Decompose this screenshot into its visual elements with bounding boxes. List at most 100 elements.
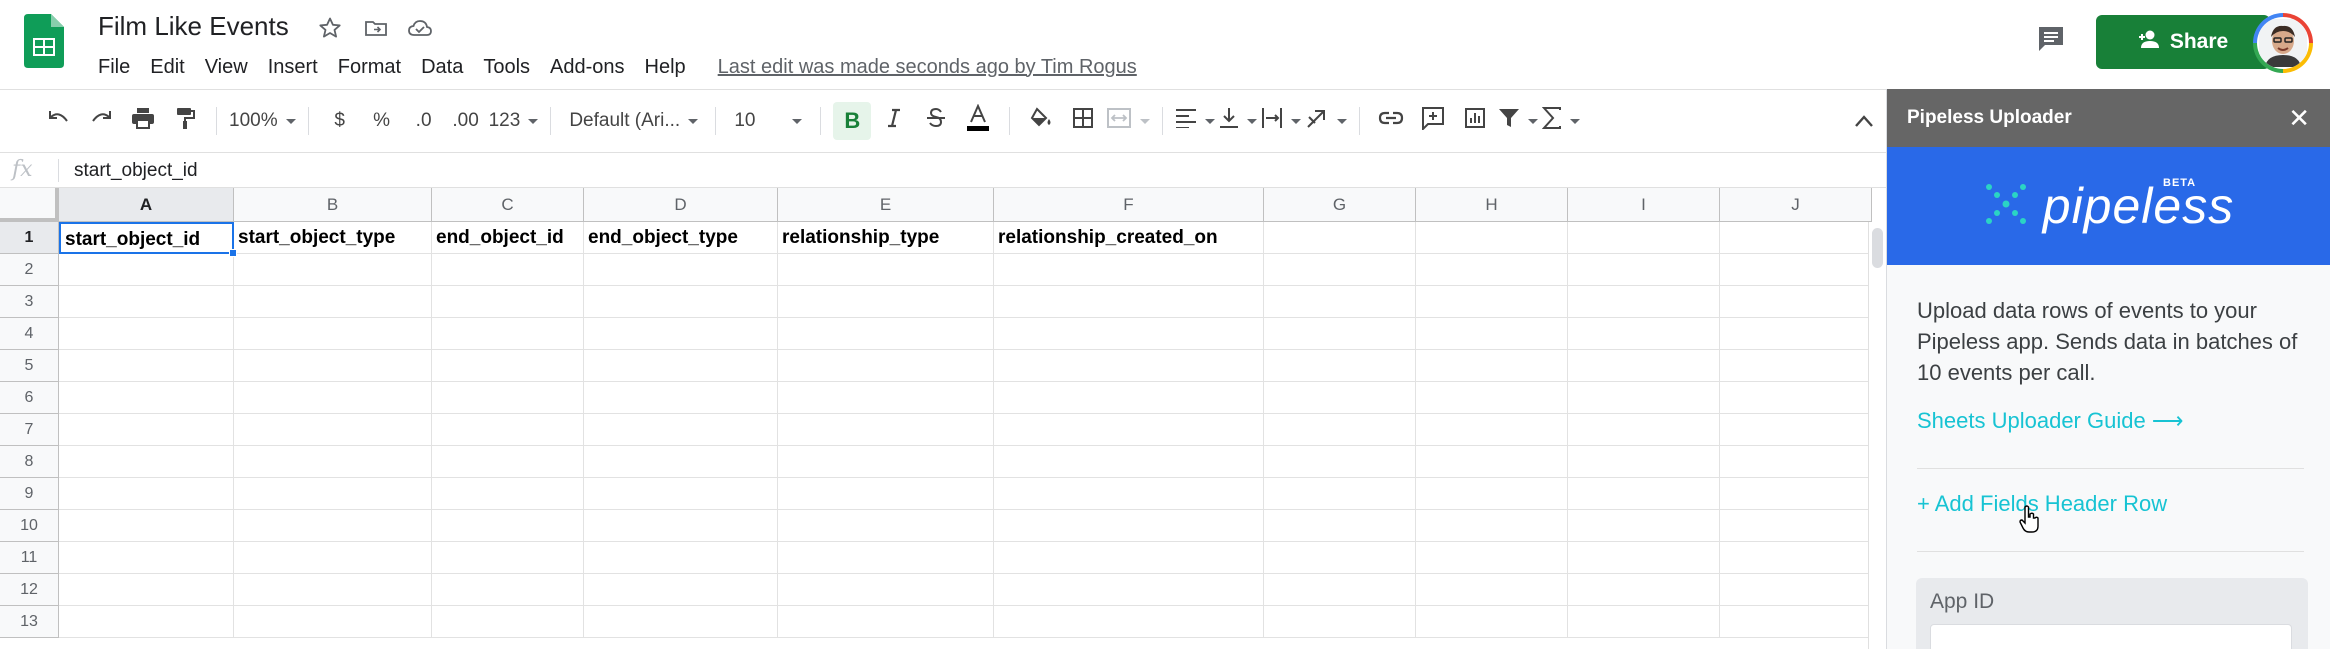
borders-button[interactable] <box>1064 102 1102 140</box>
cell-h9[interactable] <box>1416 478 1568 510</box>
cell-a2[interactable] <box>59 254 234 286</box>
cell-b8[interactable] <box>234 446 432 478</box>
cell-b2[interactable] <box>234 254 432 286</box>
cell-h7[interactable] <box>1416 414 1568 446</box>
cell-e1[interactable]: relationship_type <box>778 222 994 254</box>
cell-f13[interactable] <box>994 606 1264 638</box>
merge-cells-button[interactable] <box>1106 102 1151 140</box>
menu-tools[interactable]: Tools <box>473 54 540 81</box>
cell-j1[interactable] <box>1720 222 1872 254</box>
close-icon[interactable]: ✕ <box>2288 103 2310 134</box>
cell-e6[interactable] <box>778 382 994 414</box>
cell-i10[interactable] <box>1568 510 1720 542</box>
row-header-6[interactable]: 6 <box>0 382 59 414</box>
cell-h6[interactable] <box>1416 382 1568 414</box>
last-edit-link[interactable]: Last edit was made seconds ago by Tim Ro… <box>718 56 1137 79</box>
cell-e13[interactable] <box>778 606 994 638</box>
cell-i11[interactable] <box>1568 542 1720 574</box>
cell-j7[interactable] <box>1720 414 1872 446</box>
cell-i5[interactable] <box>1568 350 1720 382</box>
undo-button[interactable] <box>40 102 78 140</box>
cell-e11[interactable] <box>778 542 994 574</box>
insert-link-button[interactable] <box>1372 102 1410 140</box>
cell-a3[interactable] <box>59 286 234 318</box>
filter-button[interactable] <box>1498 102 1539 140</box>
cell-i12[interactable] <box>1568 574 1720 606</box>
cell-a11[interactable] <box>59 542 234 574</box>
cell-j2[interactable] <box>1720 254 1872 286</box>
comment-history-button[interactable] <box>2030 20 2072 62</box>
font-size-select[interactable]: 10 <box>728 102 808 140</box>
cell-e3[interactable] <box>778 286 994 318</box>
cell-j8[interactable] <box>1720 446 1872 478</box>
cell-d8[interactable] <box>584 446 778 478</box>
cell-a7[interactable] <box>59 414 234 446</box>
column-header-a[interactable]: A <box>59 188 234 222</box>
cell-g12[interactable] <box>1264 574 1416 606</box>
menu-data[interactable]: Data <box>411 54 473 81</box>
decrease-decimal-button[interactable]: .0 <box>405 102 443 140</box>
cell-e2[interactable] <box>778 254 994 286</box>
cell-i9[interactable] <box>1568 478 1720 510</box>
cell-e8[interactable] <box>778 446 994 478</box>
cell-g11[interactable] <box>1264 542 1416 574</box>
cell-b13[interactable] <box>234 606 432 638</box>
cell-j9[interactable] <box>1720 478 1872 510</box>
cell-g5[interactable] <box>1264 350 1416 382</box>
move-folder-icon[interactable] <box>362 14 390 42</box>
fill-handle[interactable] <box>229 249 237 257</box>
share-button[interactable]: Share <box>2096 15 2270 69</box>
cell-i2[interactable] <box>1568 254 1720 286</box>
cell-b9[interactable] <box>234 478 432 510</box>
cell-a12[interactable] <box>59 574 234 606</box>
cell-a9[interactable] <box>59 478 234 510</box>
cell-j11[interactable] <box>1720 542 1872 574</box>
column-header-h[interactable]: H <box>1416 188 1568 222</box>
scrollbar-thumb[interactable] <box>1872 228 1883 268</box>
cell-d11[interactable] <box>584 542 778 574</box>
cell-h8[interactable] <box>1416 446 1568 478</box>
zoom-select[interactable]: 100% <box>229 102 296 140</box>
cell-j10[interactable] <box>1720 510 1872 542</box>
italic-button[interactable] <box>875 102 913 140</box>
cell-h13[interactable] <box>1416 606 1568 638</box>
menu-add-ons[interactable]: Add-ons <box>540 54 635 81</box>
cell-i7[interactable] <box>1568 414 1720 446</box>
cell-h3[interactable] <box>1416 286 1568 318</box>
cell-g13[interactable] <box>1264 606 1416 638</box>
row-header-12[interactable]: 12 <box>0 574 59 606</box>
column-header-f[interactable]: F <box>994 188 1264 222</box>
column-header-g[interactable]: G <box>1264 188 1416 222</box>
cell-d3[interactable] <box>584 286 778 318</box>
cell-h11[interactable] <box>1416 542 1568 574</box>
cell-i13[interactable] <box>1568 606 1720 638</box>
cell-c13[interactable] <box>432 606 584 638</box>
cell-c2[interactable] <box>432 254 584 286</box>
menu-view[interactable]: View <box>195 54 258 81</box>
cell-a8[interactable] <box>59 446 234 478</box>
cell-a13[interactable] <box>59 606 234 638</box>
vertical-scrollbar[interactable] <box>1868 222 1886 649</box>
star-icon[interactable] <box>316 14 344 42</box>
cell-c12[interactable] <box>432 574 584 606</box>
cell-f9[interactable] <box>994 478 1264 510</box>
formula-input[interactable]: start_object_id <box>74 160 198 182</box>
cell-c1[interactable]: end_object_id <box>432 222 584 254</box>
menu-format[interactable]: Format <box>328 54 411 81</box>
row-header-5[interactable]: 5 <box>0 350 59 382</box>
row-header-11[interactable]: 11 <box>0 542 59 574</box>
cell-h5[interactable] <box>1416 350 1568 382</box>
cell-a5[interactable] <box>59 350 234 382</box>
text-rotation-button[interactable] <box>1305 102 1348 140</box>
cell-d12[interactable] <box>584 574 778 606</box>
cell-g8[interactable] <box>1264 446 1416 478</box>
row-header-13[interactable]: 13 <box>0 606 59 638</box>
row-header-10[interactable]: 10 <box>0 510 59 542</box>
cell-e7[interactable] <box>778 414 994 446</box>
cell-d4[interactable] <box>584 318 778 350</box>
cell-f5[interactable] <box>994 350 1264 382</box>
cell-d9[interactable] <box>584 478 778 510</box>
insert-chart-button[interactable] <box>1456 102 1494 140</box>
cell-j12[interactable] <box>1720 574 1872 606</box>
cell-a10[interactable] <box>59 510 234 542</box>
